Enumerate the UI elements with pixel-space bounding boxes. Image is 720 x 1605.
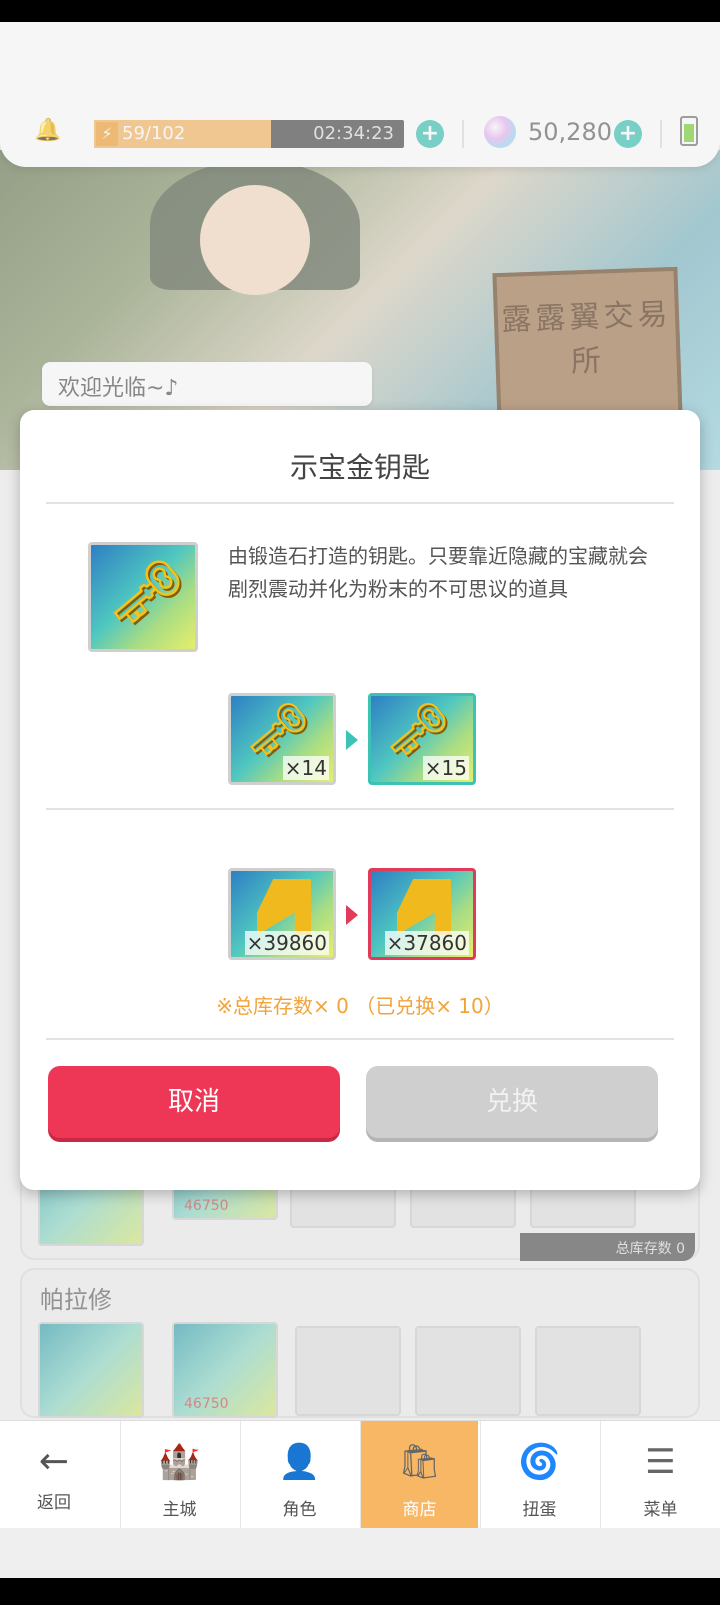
gold-ingot-icon [257,879,311,935]
golden-key-icon: 🗝 [385,700,452,760]
divider [46,808,674,810]
arrow-right-icon [346,905,358,925]
shop-icon: 🛍 [397,1442,442,1482]
nav-label: 扭蛋 [522,1500,557,1520]
menu-icon: ☰ [645,1442,676,1482]
nav-label: 商店 [402,1500,437,1520]
nav-label: 菜单 [643,1500,678,1520]
back-label: 返回 [37,1493,71,1513]
cost-after-tile: ×37860 [368,868,476,960]
nav-label: 主城 [162,1500,197,1520]
gacha-icon: 🌀 [518,1442,561,1482]
nav-item-gacha[interactable]: 🌀 扭蛋 [480,1421,598,1529]
castle-icon: 🏰 [158,1442,201,1482]
cost-before-tile: ×39860 [228,868,336,960]
item-before-qty: ×14 [282,756,329,780]
golden-key-icon: 🗝 [245,700,312,760]
bottom-strip [0,1528,720,1578]
system-nav-bar [0,1578,720,1605]
back-arrow-icon: ← [38,1441,70,1482]
nav-label: 角色 [282,1500,317,1520]
stock-note: ※总库存数× 0 （已兑换× 10） [216,994,504,1018]
arrow-right-icon [346,730,358,750]
dialog-title: 示宝金钥匙 [289,451,430,484]
item-after-qty: ×15 [422,756,469,780]
bottom-nav: 🏰 主城 👤 角色 🛍 商店 🌀 扭蛋 ☰ 菜单 [0,1420,720,1529]
nav-item-character[interactable]: 👤 角色 [240,1421,358,1529]
character-icon: 👤 [278,1442,321,1482]
nav-item-main-city[interactable]: 🏰 主城 [120,1421,238,1529]
back-button[interactable]: ← 返回 [0,1425,108,1528]
item-description: 由锻造石打造的钥匙。只要靠近隐藏的宝藏就会剧烈震动并化为粉末的不可思议的道具 [228,544,648,601]
exchange-dialog: 示宝金钥匙 🗝 由锻造石打造的钥匙。只要靠近隐藏的宝藏就会剧烈震动并化为粉末的不… [20,410,700,1190]
system-status-bar [0,0,720,22]
cost-after-qty: ×37860 [384,931,469,955]
nav-item-shop[interactable]: 🛍 商店 [360,1421,478,1529]
cost-before-qty: ×39860 [244,931,329,955]
divider [46,502,674,504]
cancel-button[interactable]: 取消 [48,1066,340,1138]
golden-key-icon: 🗝 [107,555,186,628]
gold-ingot-icon [397,879,451,935]
item-after-tile: 🗝 ×15 [368,693,476,785]
item-before-tile: 🗝 ×14 [228,693,336,785]
item-icon: 🗝 [88,542,198,652]
exchange-button[interactable]: 兑换 [366,1066,658,1138]
nav-item-menu[interactable]: ☰ 菜单 [600,1421,720,1529]
divider [46,1038,674,1040]
